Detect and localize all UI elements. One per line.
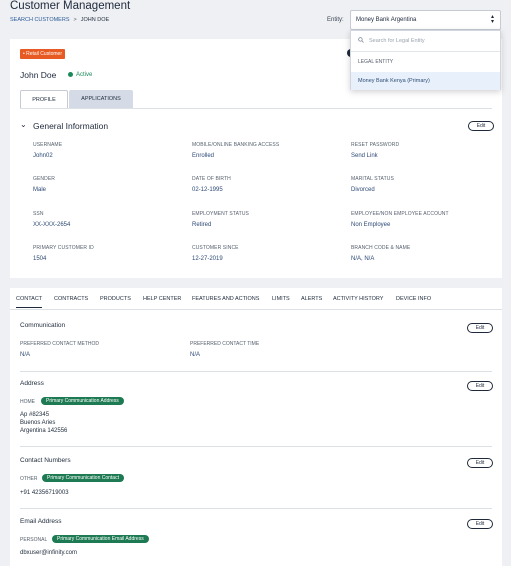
field-value: 1504	[33, 256, 47, 262]
field-value: 12-27-2019	[192, 256, 223, 262]
field-value: Male	[33, 187, 47, 193]
field-label: EMPLOYEE/NON EMPLOYEE ACCOUNT	[351, 211, 449, 217]
tab-products[interactable]: PRODUCTS	[100, 296, 131, 302]
breadcrumb-current: JOHN DOE	[80, 17, 110, 23]
field-label: RESET PASSWORD	[351, 142, 400, 148]
preferred-contact-method-label: PREFERRED CONTACT METHOD	[20, 341, 99, 347]
email-type-label: PERSONAL	[20, 537, 48, 543]
chevron-down-icon[interactable]: ⌄	[20, 120, 27, 129]
tab-divider	[20, 108, 492, 109]
tab-applications[interactable]: APPLICATIONS	[69, 90, 133, 109]
dropdown-divider	[351, 51, 500, 52]
field-value: Non Employee	[351, 222, 391, 228]
address-edit-button[interactable]: Edit	[467, 381, 493, 391]
status-dot-icon	[68, 72, 73, 77]
field-label: DATE OF BIRTH	[192, 176, 231, 182]
send-link[interactable]: Send Link	[351, 153, 378, 159]
page-title: Customer Management	[10, 0, 131, 12]
preferred-contact-time-value: N/A	[190, 352, 201, 358]
field-value: Retired	[192, 222, 212, 228]
general-information-title: General Information	[33, 121, 109, 131]
legal-entity-group-label: LEGAL ENTITY	[358, 59, 394, 65]
address-line-2: Buenos Aries	[20, 420, 56, 426]
tab-device-info[interactable]: DEVICE INFO	[396, 296, 431, 302]
sort-arrows-icon: ▴ ▾	[490, 14, 494, 25]
tab-features-and-actions[interactable]: FEATURES AND ACTIONS	[192, 296, 259, 302]
entity-select[interactable]: Money Bank Argentina ▴ ▾	[350, 10, 501, 30]
contact-details-card: CONTACT CONTRACTS PRODUCTS HELP CENTER F…	[10, 288, 502, 566]
address-line-3: Argentina 142556	[20, 428, 68, 434]
breadcrumb: SEARCH CUSTOMERS > JOHN DOE	[10, 17, 109, 23]
tab-activity-history[interactable]: ACTIVITY HISTORY	[333, 296, 383, 302]
customer-type-tag: • Retail Customer	[20, 49, 65, 59]
field-label: BRANCH CODE & NAME	[351, 245, 411, 251]
entity-option-kenya[interactable]: Money Bank Kenya (Primary)	[351, 72, 500, 90]
field-label: EMPLOYMENT STATUS	[192, 211, 249, 217]
communication-edit-button[interactable]: Edit	[467, 323, 493, 333]
section-divider	[20, 446, 492, 447]
field-value: Enrolled	[192, 153, 215, 159]
tab-help-center[interactable]: HELP CENTER	[143, 296, 181, 302]
entity-dropdown: LEGAL ENTITY Money Bank Kenya (Primary)	[350, 30, 501, 90]
contact-numbers-title: Contact Numbers	[20, 457, 71, 464]
general-info-edit-button[interactable]: Edit	[468, 121, 494, 131]
tab-alerts[interactable]: ALERTS	[301, 296, 322, 302]
email-edit-button[interactable]: Edit	[467, 519, 493, 529]
field-label: MARITAL STATUS	[351, 176, 394, 182]
section-divider	[20, 508, 492, 509]
tab-limits[interactable]: LIMITS	[272, 296, 290, 302]
legal-entity-search-input[interactable]	[369, 36, 494, 45]
communication-title: Communication	[20, 322, 66, 329]
contact-type-label: OTHER	[20, 476, 38, 482]
field-label: GENDER	[33, 176, 55, 182]
section-divider	[20, 371, 492, 372]
address-type-label: HOME	[20, 399, 35, 405]
email-address-title: Email Address	[20, 518, 62, 525]
field-label: MOBILE/ONLINE BANKING ACCESS	[192, 142, 280, 148]
preferred-contact-time-label: PREFERRED CONTACT TIME	[190, 341, 260, 347]
field-label: PRIMARY CUSTOMER ID	[33, 245, 94, 251]
customer-name: John Doe	[20, 70, 57, 80]
field-label: USERNAME	[33, 142, 63, 148]
field-value: Divorced	[351, 187, 375, 193]
primary-address-badge: Primary Communication Address	[41, 397, 124, 405]
field-value: N/A, N/A	[351, 256, 375, 262]
field-value: 02-12-1995	[192, 187, 223, 193]
contact-numbers-edit-button[interactable]: Edit	[467, 458, 493, 468]
search-icon	[358, 37, 364, 43]
field-label: SSN	[33, 211, 44, 217]
address-line-1: Ap #82345	[20, 412, 50, 418]
entity-label: Entity:	[327, 17, 344, 23]
email-value: dbxuser@infinity.com	[20, 550, 77, 556]
entity-select-value: Money Bank Argentina	[356, 17, 417, 23]
contact-number-value: +91 42356719003	[20, 490, 69, 496]
field-label: CUSTOMER SINCE	[192, 245, 239, 251]
preferred-contact-method-value: N/A	[20, 352, 31, 358]
tabs-divider	[10, 309, 502, 310]
tab-contact[interactable]: CONTACT	[16, 296, 43, 308]
tab-contracts[interactable]: CONTRACTS	[54, 296, 88, 302]
address-title: Address	[20, 380, 44, 387]
breadcrumb-search-customers[interactable]: SEARCH CUSTOMERS	[10, 17, 70, 23]
customer-status: Active	[76, 72, 93, 78]
breadcrumb-separator: >	[73, 17, 77, 23]
tab-profile[interactable]: PROFILE	[20, 90, 68, 109]
field-value: John02	[33, 153, 53, 159]
primary-email-badge: Primary Communication Email Address	[52, 535, 149, 543]
primary-contact-badge: Primary Communication Contact	[42, 474, 124, 482]
field-value: XX-XXX-2654	[33, 222, 71, 228]
